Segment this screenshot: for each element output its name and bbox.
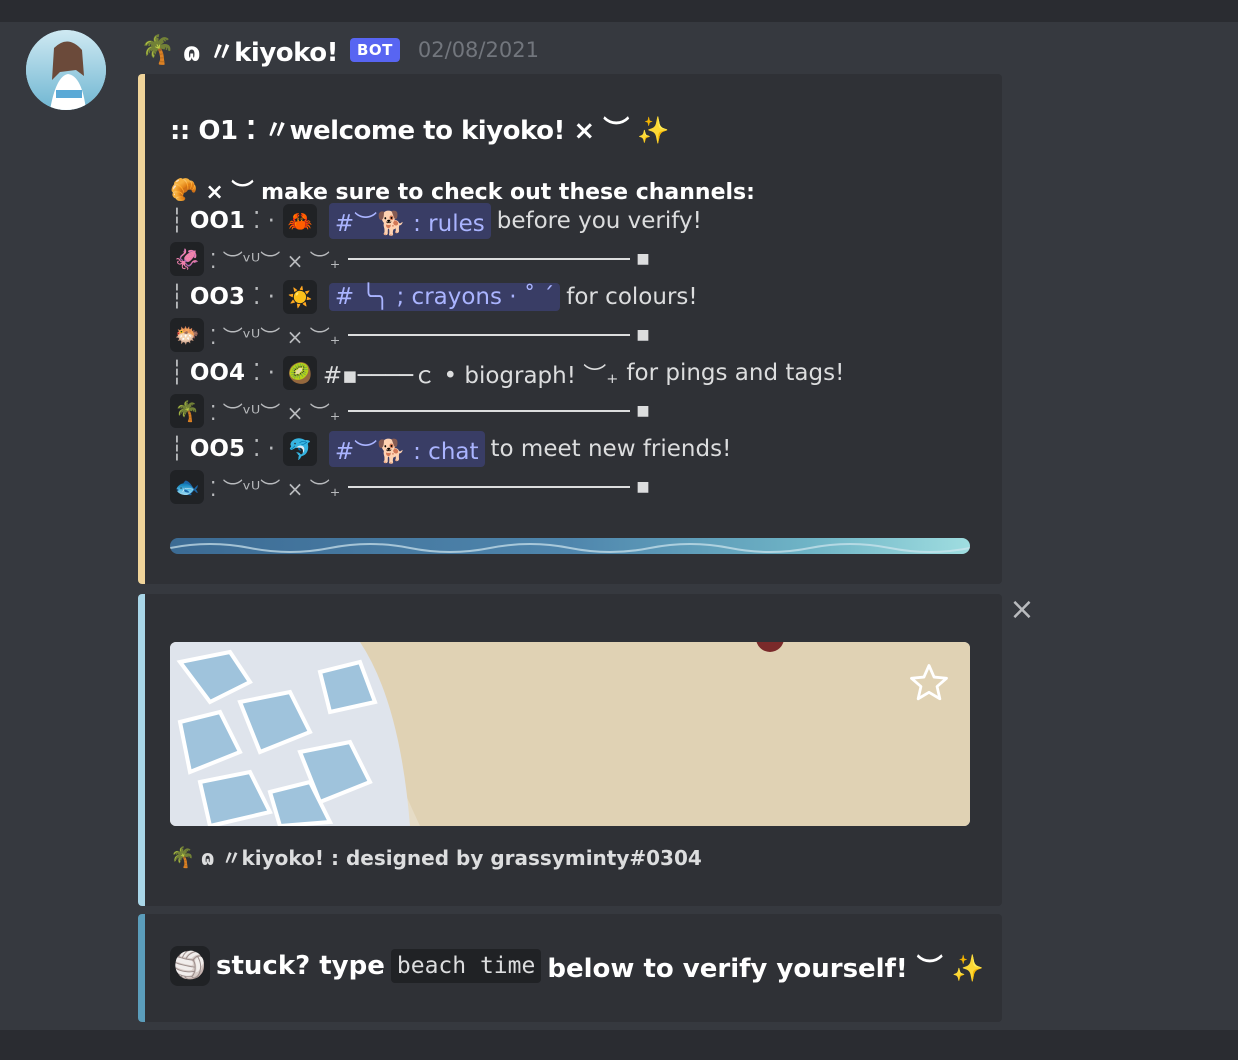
channel-row-001: ┆ OO1 ⁚ · 🦀 #︶🐕 : rules before you verif… bbox=[170, 203, 702, 239]
channel-biograph[interactable]: #▪────ｃ • biograph! ︶₊ bbox=[323, 356, 619, 390]
divider-row: 🐡 ⁚ ︶ᵛᵁ︶ × ︶₊ ■ bbox=[170, 318, 650, 352]
embed-title: :: O1 ⁚ 〃welcome to kiyoko! × ︶ ✨ bbox=[170, 116, 670, 146]
divider-text: ⁚ ︶ᵛᵁ︶ × ︶₊ bbox=[210, 248, 341, 273]
avatar[interactable] bbox=[26, 30, 106, 110]
palm-icon: 🌴 bbox=[170, 844, 195, 869]
wave-banner-image bbox=[170, 538, 970, 554]
crab-icon: 🦀 bbox=[282, 204, 317, 238]
beach-image[interactable] bbox=[170, 642, 970, 826]
divider-row: 🌴 ⁚ ︶ᵛᵁ︶ × ︶₊ ■ bbox=[170, 394, 650, 428]
fish-icon: 🐟 bbox=[170, 470, 204, 504]
subtitle-text: × ︶ make sure to check out these channel… bbox=[205, 180, 755, 205]
channel-mention-chat[interactable]: #︶🐕 : chat bbox=[328, 431, 485, 467]
divider-line bbox=[348, 410, 631, 412]
verify-embed: 🏐 stuck? type beach time below to verify… bbox=[138, 914, 1002, 1022]
dolphin-icon: 🐬 bbox=[282, 432, 317, 466]
pipe-divider: ┆ bbox=[170, 208, 184, 234]
footer-text: ɷ 〃kiyoko! : designed by grassyminty#030… bbox=[200, 846, 702, 870]
channel-mention-rules[interactable]: #︶🐕 : rules bbox=[328, 203, 491, 239]
croissant-icon: 🥐 bbox=[170, 177, 198, 203]
top-strip bbox=[0, 0, 1238, 22]
row-separator: ⁚ · bbox=[252, 208, 275, 234]
pipe-divider: ┆ bbox=[170, 284, 184, 310]
volleyball-icon: 🏐 bbox=[170, 946, 210, 986]
row-description: to meet new friends! bbox=[490, 436, 732, 462]
row-description: before you verify! bbox=[496, 208, 702, 234]
kiwi-icon: 🥝 bbox=[282, 356, 317, 390]
blowfish-icon: 🐡 bbox=[170, 318, 204, 352]
bot-badge: BOT bbox=[349, 38, 400, 62]
divider-text: ⁚ ︶ᵛᵁ︶ × ︶₊ bbox=[210, 324, 341, 349]
row-description: for colours! bbox=[566, 284, 698, 310]
verify-before: stuck? type bbox=[216, 951, 385, 981]
verify-text: 🏐 stuck? type beach time below to verify… bbox=[170, 946, 984, 986]
row-number: OO3 bbox=[189, 284, 245, 310]
channel-row-005: ┆ OO5 ⁚ · 🐬 #︶🐕 : chat to meet new frien… bbox=[170, 431, 732, 467]
star-icon[interactable] bbox=[908, 662, 950, 704]
row-number: OO5 bbox=[189, 436, 245, 462]
channel-mention-crayons[interactable]: # ╰╮ ; crayons · ˚ ˊ bbox=[328, 283, 561, 311]
row-separator: ⁚ · bbox=[252, 284, 275, 310]
palm-icon: 🌴 bbox=[140, 33, 175, 66]
divider-text: ⁚ ︶ᵛᵁ︶ × ︶₊ bbox=[210, 476, 341, 501]
embed-color-bar bbox=[138, 74, 145, 584]
verify-command-code: beach time bbox=[390, 949, 542, 983]
row-description: for pings and tags! bbox=[626, 360, 845, 386]
close-icon[interactable]: × bbox=[1008, 595, 1036, 625]
channel-row-003: ┆ OO3 ⁚ · ☀️ # ╰╮ ; crayons · ˚ ˊ for co… bbox=[170, 280, 698, 314]
welcome-embed: :: O1 ⁚ 〃welcome to kiyoko! × ︶ ✨ 🥐 × ︶ … bbox=[138, 74, 1002, 584]
image-embed: 🌴 ɷ 〃kiyoko! : designed by grassyminty#0… bbox=[138, 594, 1002, 906]
divider-row: 🦑 ⁚ ︶ᵛᵁ︶ × ︶₊ ■ bbox=[170, 242, 650, 276]
row-number: OO1 bbox=[189, 208, 245, 234]
timestamp[interactable]: 02/08/2021 bbox=[418, 38, 539, 62]
row-separator: ⁚ · bbox=[252, 436, 275, 462]
embed-footer: 🌴 ɷ 〃kiyoko! : designed by grassyminty#0… bbox=[170, 842, 702, 871]
embed-subtitle: 🥐 × ︶ make sure to check out these chann… bbox=[170, 174, 755, 206]
channel-row-004: ┆ OO4 ⁚ · 🥝 #▪────ｃ • biograph! ︶₊ for p… bbox=[170, 356, 844, 390]
divider-line bbox=[348, 334, 631, 336]
bottom-strip bbox=[0, 1030, 1238, 1060]
pipe-divider: ┆ bbox=[170, 436, 184, 462]
divider-text: ⁚ ︶ᵛᵁ︶ × ︶₊ bbox=[210, 400, 341, 425]
palm-icon: 🌴 bbox=[170, 394, 204, 428]
pipe-divider: ┆ bbox=[170, 360, 184, 386]
embed-color-bar bbox=[138, 914, 145, 1022]
row-separator: ⁚ · bbox=[252, 360, 275, 386]
divider-line bbox=[348, 486, 631, 488]
author-name[interactable]: ɷ 〃kiyoko! bbox=[183, 32, 339, 69]
divider-row: 🐟 ⁚ ︶ᵛᵁ︶ × ︶₊ ■ bbox=[170, 470, 650, 504]
message-header: 🌴 ɷ 〃kiyoko! BOT 02/08/2021 bbox=[140, 30, 539, 70]
divider-line bbox=[348, 258, 631, 260]
verify-after: below to verify yourself! ︶ ✨ bbox=[547, 953, 985, 984]
squid-icon: 🦑 bbox=[170, 242, 204, 276]
embed-color-bar bbox=[138, 594, 145, 906]
sun-icon: ☀️ bbox=[282, 280, 317, 314]
row-number: OO4 bbox=[189, 360, 245, 386]
